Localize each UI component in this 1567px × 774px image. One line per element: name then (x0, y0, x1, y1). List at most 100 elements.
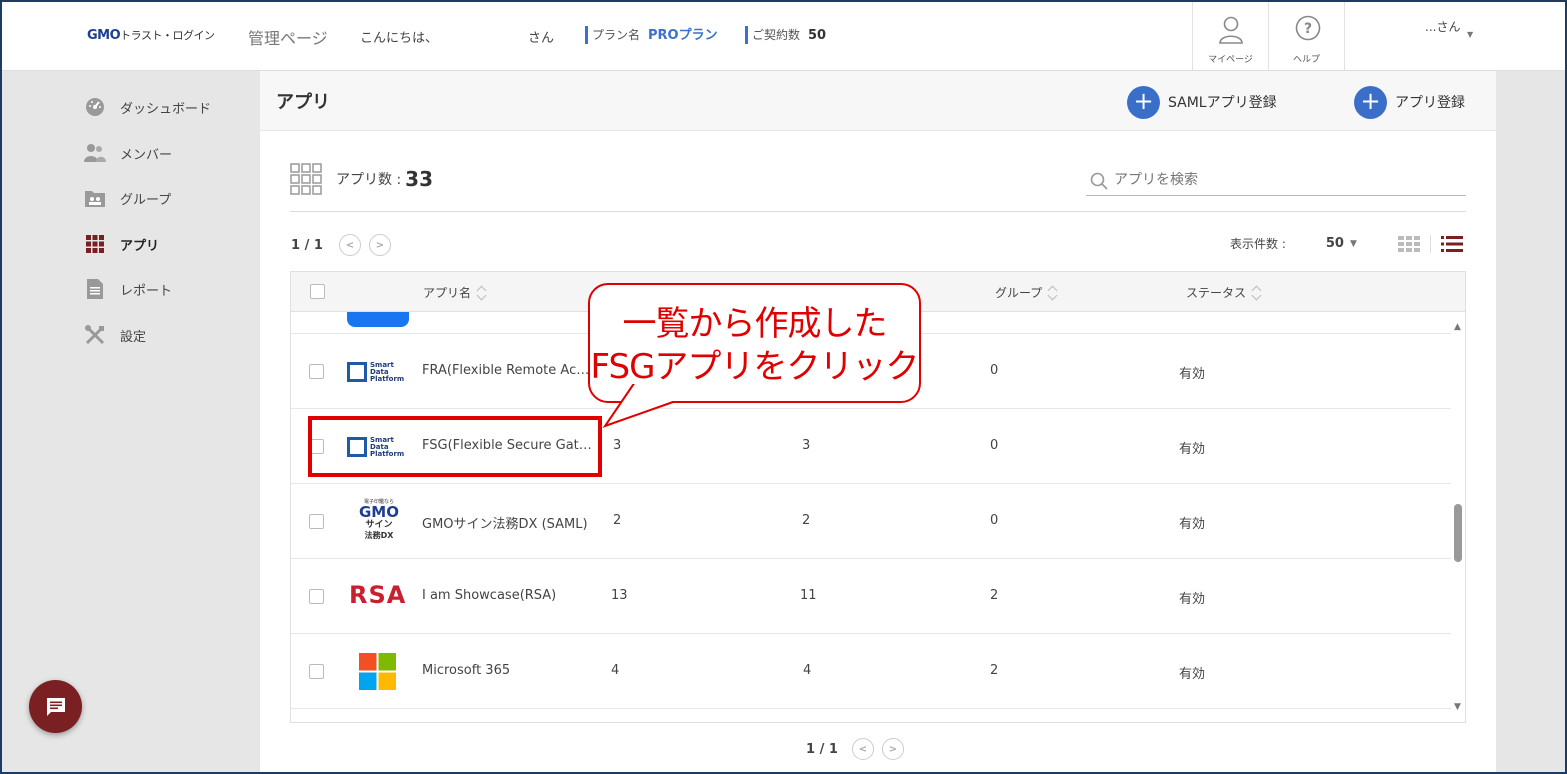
sidebar-item-settings[interactable]: 設定 (84, 323, 146, 347)
divider (1430, 235, 1431, 253)
right-gutter (1496, 71, 1567, 774)
chevron-down-icon: ▼ (1349, 238, 1357, 249)
app-count: アプリ数 : 33 (290, 163, 433, 195)
status: 有効 (1179, 517, 1206, 532)
status: 有効 (1179, 442, 1206, 457)
app-logo (347, 312, 409, 327)
sidebar-item-group[interactable]: グループ (84, 186, 171, 210)
sort-icon (1252, 285, 1262, 301)
group-icon (84, 187, 106, 209)
sidebar-item-dashboard[interactable]: ダッシュボード (84, 95, 211, 119)
app-count-value: 33 (405, 167, 434, 191)
add-saml-app-button[interactable]: + SAMLアプリ登録 (1127, 85, 1277, 119)
sidebar-item-label: レポート (120, 283, 173, 299)
group-count: 0 (990, 363, 999, 378)
sidebar-item-label: アプリ (120, 238, 160, 254)
sidebar-item-label: ダッシュボード (120, 101, 212, 117)
cell-value: 13 (611, 588, 628, 603)
column-label: グループ (995, 286, 1043, 300)
help-label: ヘルプ (1292, 55, 1320, 65)
add-saml-app-label: SAMLアプリ登録 (1168, 95, 1277, 111)
admin-page-title: 管理ページ (248, 29, 328, 48)
callout-tail (602, 380, 675, 428)
prev-page-button[interactable]: < (338, 234, 361, 256)
next-page-button[interactable]: > (881, 738, 904, 760)
contract-value: 50 (808, 28, 827, 43)
table-row[interactable]: RSA I am Showcase(RSA) 13 11 2 有効 (291, 559, 1451, 634)
scroll-down-icon[interactable]: ▼ (1454, 702, 1461, 712)
column-header-app-name[interactable]: アプリ名 (423, 284, 487, 301)
top-header: GMOトラスト・ログイン 管理ページ こんにちは、 さん プラン名 PROプラン … (0, 0, 1567, 71)
column-header-status[interactable]: ステータス (1186, 284, 1262, 301)
table-row[interactable]: 電子印鑑なら GMO サイン 法務DX GMOサイン法務DX (SAML) 2 … (291, 484, 1451, 559)
cell-value: 4 (803, 663, 812, 678)
list-view-icon[interactable] (1441, 236, 1463, 252)
help-button[interactable]: ? ヘルプ (1268, 0, 1344, 70)
row-checkbox[interactable] (309, 364, 324, 379)
chat-icon (46, 697, 65, 716)
sidebar-item-members[interactable]: メンバー (84, 141, 172, 165)
sidebar-item-label: 設定 (120, 329, 147, 345)
next-page-button[interactable]: > (368, 234, 391, 256)
search-box (1086, 166, 1466, 196)
app-name: I am Showcase(RSA) (422, 588, 557, 603)
help-icon: ? (1295, 15, 1321, 41)
column-label: ステータス (1186, 286, 1247, 300)
prev-page-button[interactable]: < (851, 738, 874, 760)
dashboard-icon (84, 96, 106, 118)
chevron-down-icon: ▼ (1467, 30, 1474, 39)
plan-label: プラン名 (592, 28, 641, 42)
group-count: 2 (990, 588, 999, 603)
cell-value: 3 (802, 438, 811, 453)
per-page-value: 50 (1325, 236, 1344, 251)
table-row[interactable]: Microsoft 365 4 4 2 有効 (291, 634, 1451, 709)
row-checkbox[interactable] (309, 514, 324, 529)
app-name: FRA(Flexible Remote Acces... (422, 363, 592, 378)
logo-sub: トラスト・ログイン (120, 29, 215, 42)
sidebar-item-report[interactable]: レポート (84, 277, 172, 301)
per-page-select[interactable]: 表示件数 : 50 ▼ (1230, 235, 1357, 252)
logo[interactable]: GMOトラスト・ログイン (87, 27, 215, 43)
status: 有効 (1179, 667, 1206, 682)
members-icon (84, 142, 106, 164)
sidebar-item-label: グループ (120, 192, 172, 208)
column-header-group[interactable]: グループ (995, 284, 1058, 301)
cell-value: 2 (613, 513, 622, 528)
scroll-thumb[interactable] (1454, 504, 1462, 562)
divider (290, 211, 1466, 212)
page-indicator: 1 / 1 (806, 741, 838, 757)
callout-line: 一覧から作成した (622, 304, 888, 344)
sidebar-item-apps[interactable]: アプリ (84, 232, 159, 256)
table-scrollbar[interactable]: ▲ ▼ (1451, 312, 1465, 722)
row-checkbox[interactable] (309, 664, 324, 679)
page-indicator: 1 / 1 (291, 237, 323, 253)
per-page-label: 表示件数 : (1230, 237, 1286, 251)
app-count-label: アプリ数 : (336, 172, 402, 188)
pagination-top: 1 / 1 < > (291, 234, 391, 256)
cell-value: 4 (611, 663, 620, 678)
cell-value: 3 (613, 438, 622, 453)
plus-icon: + (1354, 85, 1387, 119)
group-count: 2 (990, 663, 999, 678)
app-name: Microsoft 365 (422, 663, 511, 678)
mypage-button[interactable]: マイページ (1192, 0, 1268, 70)
cell-value: 11 (800, 588, 817, 603)
sort-icon (1048, 285, 1058, 301)
contract-label: ご契約数 (752, 28, 801, 42)
row-checkbox[interactable] (309, 589, 324, 604)
tile-view-icon[interactable] (1398, 236, 1420, 252)
grid-icon (290, 163, 322, 195)
page-title: アプリ (276, 92, 330, 113)
plan-info: プラン名 PROプラン (585, 26, 718, 44)
search-input[interactable] (1114, 168, 1454, 192)
greeting-san: さん (528, 31, 555, 46)
scroll-up-icon[interactable]: ▲ (1454, 322, 1461, 332)
user-menu[interactable]: ...さん ▼ (1344, 0, 1554, 70)
rsa-logo: RSA (349, 581, 407, 609)
select-all-checkbox[interactable] (310, 284, 325, 299)
group-count: 0 (990, 438, 999, 453)
add-app-button[interactable]: + アプリ登録 (1354, 85, 1465, 119)
status: 有効 (1179, 592, 1206, 607)
user-icon (1219, 16, 1243, 44)
chat-button[interactable] (29, 680, 82, 733)
